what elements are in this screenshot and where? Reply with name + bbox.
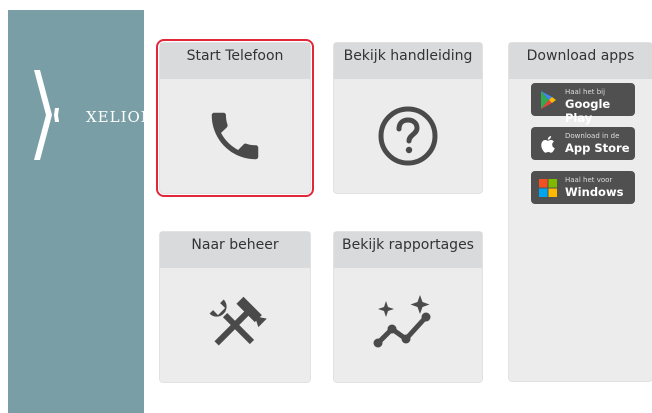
tools-icon (209, 296, 267, 346)
tile-title: Bekijk rapportages (334, 232, 482, 268)
phone-icon (211, 112, 259, 160)
sparkle-chart-icon (373, 295, 431, 348)
windows-button[interactable]: Haal het voor Windows (531, 171, 635, 204)
xelion-logo: XELION (28, 70, 154, 160)
tile-title: Start Telefoon (160, 43, 310, 79)
google-play-small-text: Haal het bij (565, 88, 606, 96)
tile-title: Bekijk handleiding (334, 43, 482, 79)
tile-title: Naar beheer (160, 232, 310, 268)
sidebar: XELION (8, 10, 154, 413)
app-store-large-text: App Store (565, 141, 630, 155)
logo-mark-icon (34, 70, 59, 160)
naar-beheer-tile[interactable]: Naar beheer (160, 232, 310, 382)
windows-icon (539, 179, 557, 197)
google-play-icon (541, 91, 556, 109)
windows-large-text: Windows (565, 185, 624, 199)
google-play-button[interactable]: Haal het bij Google Play (531, 83, 635, 125)
help-circle-icon (378, 106, 438, 166)
app-store-small-text: Download in de (565, 132, 620, 140)
bekijk-handleiding-tile[interactable]: Bekijk handleiding (334, 43, 482, 193)
apple-icon (541, 136, 555, 153)
download-apps-title: Download apps (509, 43, 652, 79)
bekijk-rapportages-tile[interactable]: Bekijk rapportages (334, 232, 482, 382)
start-telefoon-tile[interactable]: Start Telefoon (156, 39, 314, 197)
google-play-large-text: Google Play (565, 97, 611, 125)
logo-text: XELION (86, 108, 155, 126)
download-apps-panel: Download apps Haal het bij Google Play D… (509, 43, 652, 381)
windows-small-text: Haal het voor (565, 176, 613, 184)
app-store-button[interactable]: Download in de App Store (531, 127, 635, 160)
